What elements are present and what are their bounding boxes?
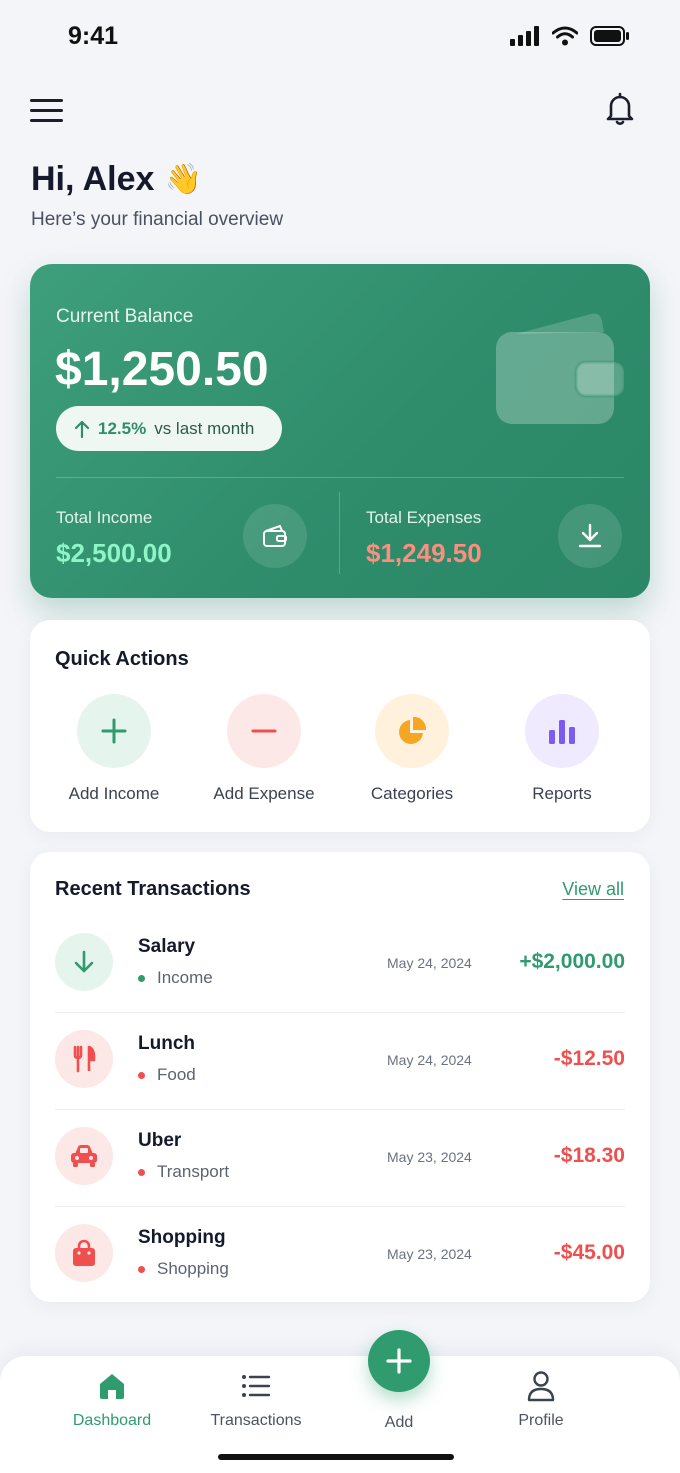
nav-dashboard[interactable]: Dashboard <box>52 1366 172 1430</box>
add-transaction-fab[interactable] <box>368 1330 430 1392</box>
minus-icon <box>251 729 277 733</box>
transaction-icon-badge <box>55 1224 113 1282</box>
nav-add[interactable]: Add <box>339 1408 459 1432</box>
transaction-icon-badge <box>55 1127 113 1185</box>
transaction-amount: -$18.30 <box>553 1144 625 1167</box>
add-income-circle <box>77 694 151 768</box>
transaction-category: Shopping <box>138 1259 229 1279</box>
arrow-down-icon <box>74 950 94 973</box>
balance-label: Current Balance <box>56 306 194 327</box>
cellular-signal-icon <box>510 26 539 46</box>
total-expenses-amount: $1,249.50 <box>366 538 482 568</box>
add-expense-circle <box>227 694 301 768</box>
nav-transactions-label: Transactions <box>210 1412 302 1429</box>
add-expense-action[interactable]: Add Expense <box>194 694 334 804</box>
battery-icon <box>590 26 629 46</box>
categories-circle <box>375 694 449 768</box>
transaction-category: Transport <box>138 1162 229 1182</box>
nav-dashboard-label: Dashboard <box>72 1412 152 1429</box>
trend-percent: 12.5% <box>98 418 147 438</box>
categories-action[interactable]: Categories <box>342 694 482 804</box>
nav-add-label: Add <box>384 1414 414 1431</box>
nav-profile-label: Profile <box>518 1412 564 1429</box>
reports-label: Reports <box>532 784 592 803</box>
transaction-icon-badge <box>55 933 113 991</box>
transaction-name: Lunch <box>138 1033 195 1054</box>
total-income-label: Total Income <box>56 508 153 527</box>
wallet-icon <box>496 313 626 424</box>
greeting-text: Hi, Alex <box>31 160 155 198</box>
fork-knife-icon <box>73 1045 96 1073</box>
user-icon <box>527 1371 555 1402</box>
wallet-small-icon <box>263 525 287 547</box>
nav-transactions[interactable]: Transactions <box>196 1366 316 1430</box>
transaction-row[interactable]: Salary Income May 24, 2024 +$2,000.00 <box>55 916 625 1013</box>
car-icon <box>71 1145 97 1167</box>
add-income-label: Add Income <box>68 784 160 803</box>
balance-trend-badge: 12.5% vs last month <box>56 406 282 451</box>
expense-download-badge <box>558 504 622 568</box>
waving-hand-icon: 👋 <box>164 163 202 196</box>
shopping-bag-icon <box>73 1239 95 1266</box>
transaction-amount: -$45.00 <box>553 1241 625 1264</box>
wifi-icon <box>552 26 578 46</box>
transaction-date: May 24, 2024 <box>387 1052 472 1068</box>
transaction-name: Uber <box>138 1130 182 1151</box>
transaction-date: May 23, 2024 <box>387 1149 472 1165</box>
reports-action[interactable]: Reports <box>492 694 632 804</box>
add-income-action[interactable]: Add Income <box>44 694 184 804</box>
plus-icon <box>101 718 127 744</box>
recent-transactions-card: Recent Transactions View all Salary Inco… <box>30 852 650 1302</box>
reports-circle <box>525 694 599 768</box>
greeting-subtitle: Here’s your financial overview <box>31 209 284 230</box>
transaction-name: Shopping <box>138 1227 226 1248</box>
greeting-title: Hi, Alex 👋 <box>31 160 202 199</box>
status-icons <box>510 26 630 46</box>
list-icon <box>242 1375 271 1397</box>
categories-label: Categories <box>370 784 454 803</box>
total-income-amount: $2,500.00 <box>56 538 172 568</box>
quick-actions-card: Quick Actions Add Income Add Expense Cat… <box>30 620 650 832</box>
bell-icon <box>606 92 634 125</box>
transaction-row[interactable]: Lunch Food May 24, 2024 -$12.50 <box>55 1013 625 1110</box>
total-expenses-label: Total Expenses <box>366 508 482 527</box>
notifications-button[interactable] <box>600 88 640 128</box>
download-icon <box>578 523 602 548</box>
view-all-link[interactable]: View all <box>562 879 624 900</box>
transaction-category: Income <box>138 968 213 988</box>
transaction-amount: -$12.50 <box>553 1047 625 1070</box>
quick-actions-title: Quick Actions <box>55 648 189 670</box>
bar-chart-icon <box>549 720 575 744</box>
arrow-up-icon <box>74 420 90 438</box>
home-icon <box>100 1374 124 1399</box>
transaction-category: Food <box>138 1065 196 1085</box>
transaction-name: Salary <box>138 936 196 957</box>
balance-amount: $1,250.50 <box>55 343 269 396</box>
hamburger-icon <box>30 98 63 102</box>
transaction-amount: +$2,000.00 <box>519 950 625 973</box>
balance-card: Current Balance $1,250.50 12.5% vs last … <box>30 264 650 598</box>
home-indicator[interactable] <box>218 1454 454 1460</box>
trend-text: vs last month <box>154 418 255 438</box>
status-time: 9:41 <box>68 22 119 50</box>
plus-icon <box>386 1348 412 1374</box>
recent-transactions-title: Recent Transactions <box>55 878 251 900</box>
nav-profile[interactable]: Profile <box>481 1366 601 1430</box>
transaction-date: May 23, 2024 <box>387 1246 472 1262</box>
transaction-row[interactable]: Shopping Shopping May 23, 2024 -$45.00 <box>55 1207 625 1304</box>
menu-button[interactable] <box>30 92 66 128</box>
add-expense-label: Add Expense <box>213 784 315 803</box>
transaction-row[interactable]: Uber Transport May 23, 2024 -$18.30 <box>55 1110 625 1207</box>
pie-chart-icon <box>399 716 427 744</box>
income-wallet-badge <box>243 504 307 568</box>
transaction-icon-badge <box>55 1030 113 1088</box>
transaction-date: May 24, 2024 <box>387 955 472 971</box>
